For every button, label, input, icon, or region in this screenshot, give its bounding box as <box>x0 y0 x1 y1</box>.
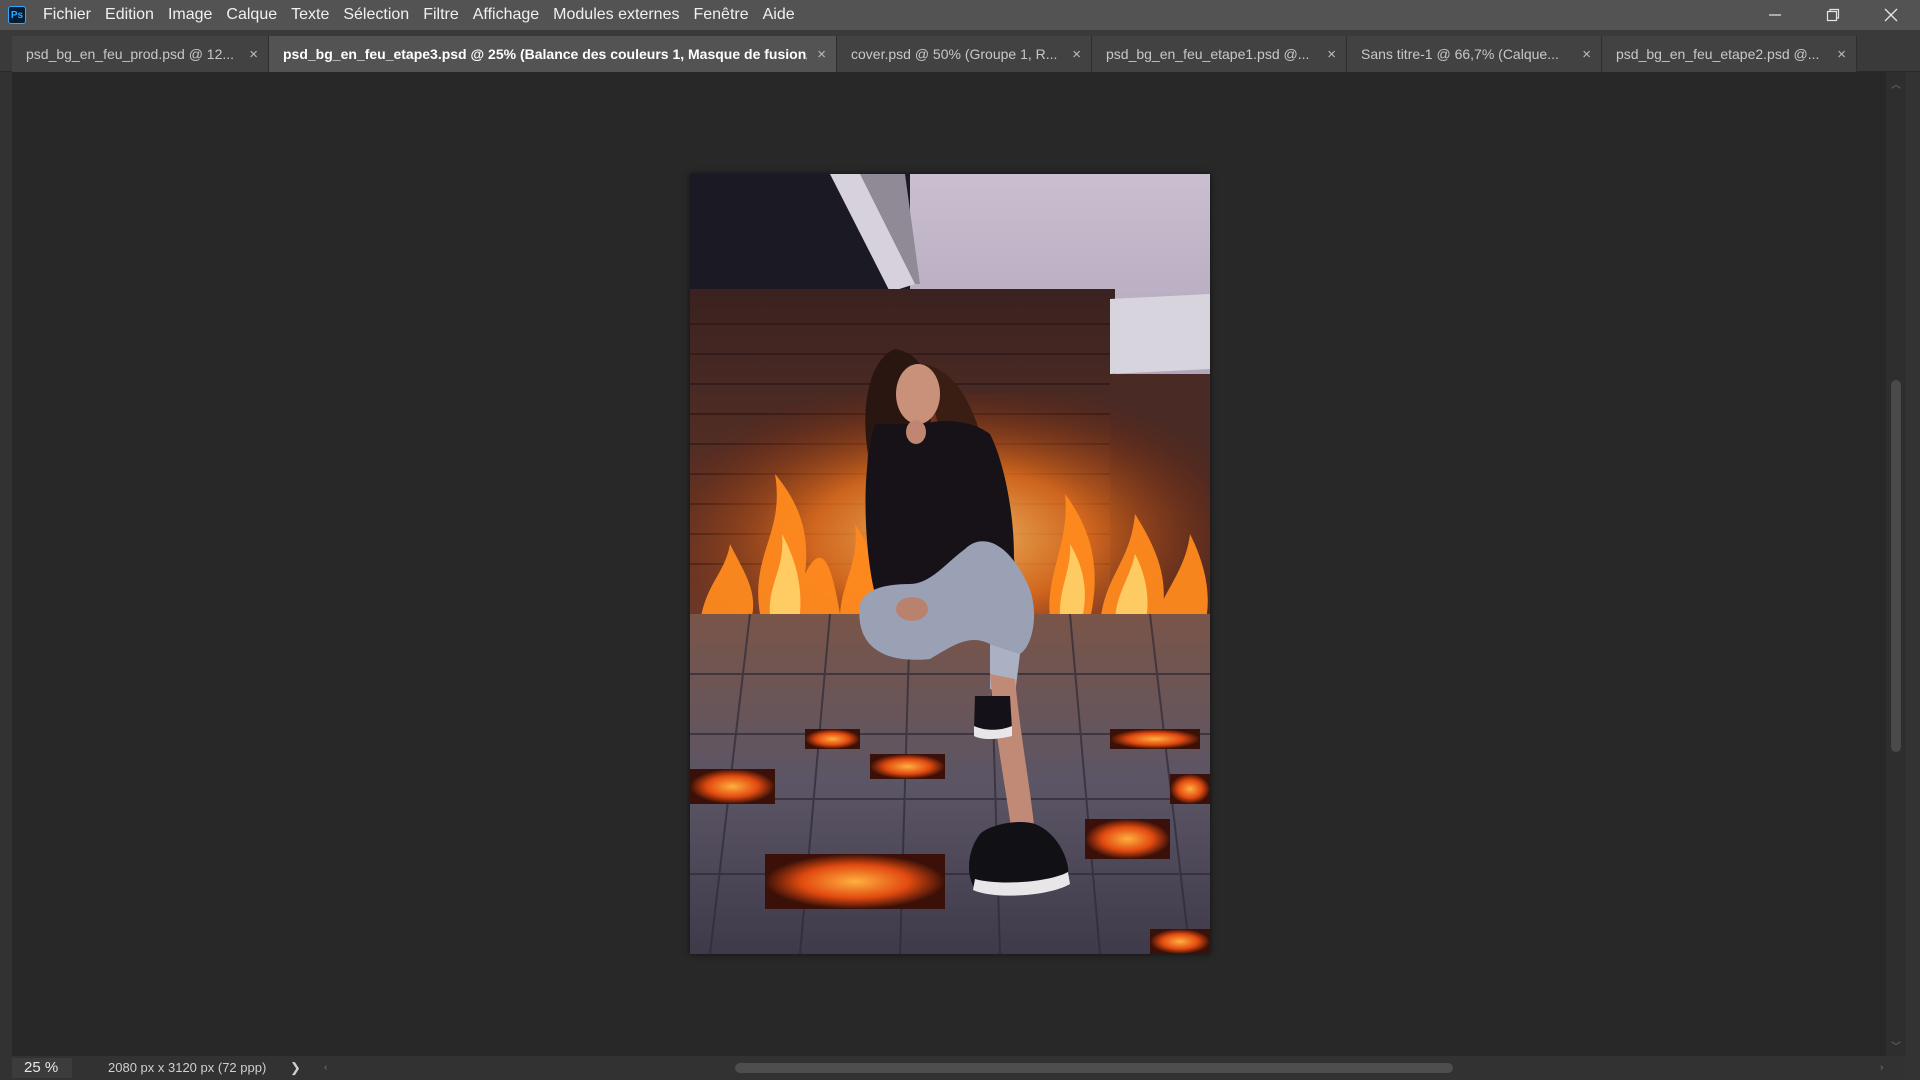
menu-selection[interactable]: Sélection <box>336 0 416 30</box>
scroll-right-icon[interactable]: › <box>1880 1062 1883 1073</box>
menu-texte[interactable]: Texte <box>284 0 336 30</box>
tab-close-icon[interactable]: × <box>1837 46 1846 63</box>
menu-aide[interactable]: Aide <box>756 0 802 30</box>
minimize-icon <box>1769 14 1781 16</box>
scroll-up-icon[interactable]: ︿ <box>1891 76 1901 91</box>
menu-modules-externes[interactable]: Modules externes <box>546 0 686 30</box>
menu-affichage[interactable]: Affichage <box>466 0 546 30</box>
close-icon <box>1884 8 1898 22</box>
tab-close-icon[interactable]: × <box>1327 46 1336 63</box>
menu-image[interactable]: Image <box>161 0 219 30</box>
menu-bar: Ps Fichier Edition Image Calque Texte Sé… <box>0 0 1920 30</box>
tab-psd-bg-en-feu-prod[interactable]: psd_bg_en_feu_prod.psd @ 12... × <box>12 36 269 72</box>
tab-psd-bg-en-feu-etape2[interactable]: psd_bg_en_feu_etape2.psd @... × <box>1602 36 1857 72</box>
right-panel-edge <box>1906 72 1920 1080</box>
tab-label: psd_bg_en_feu_etape2.psd @... <box>1616 46 1820 62</box>
photo-canvas <box>690 174 1210 954</box>
tab-label: psd_bg_en_feu_etape3.psd @ 25% (Balance … <box>283 46 808 62</box>
scroll-left-icon[interactable]: ‹ <box>324 1062 327 1073</box>
tab-psd-bg-en-feu-etape1[interactable]: psd_bg_en_feu_etape1.psd @... × <box>1092 36 1347 72</box>
minimize-button[interactable] <box>1746 0 1804 30</box>
menu-filtre[interactable]: Filtre <box>416 0 466 30</box>
restore-button[interactable] <box>1804 0 1862 30</box>
window-controls <box>1746 0 1920 30</box>
horizontal-scrollbar[interactable]: ‹ › <box>312 1059 1892 1077</box>
menu-fenetre[interactable]: Fenêtre <box>686 0 755 30</box>
menu-calque[interactable]: Calque <box>219 0 284 30</box>
close-window-button[interactable] <box>1862 0 1920 30</box>
status-menu-arrow-icon[interactable]: ❯ <box>290 1056 301 1080</box>
tab-sans-titre-1[interactable]: Sans titre-1 @ 66,7% (Calque... × <box>1347 36 1602 72</box>
zoom-level-field[interactable]: 25 % <box>12 1058 72 1078</box>
tab-label: Sans titre-1 @ 66,7% (Calque... <box>1361 46 1559 62</box>
vertical-scroll-thumb[interactable] <box>1891 380 1901 752</box>
document-image[interactable] <box>690 174 1210 954</box>
tab-close-icon[interactable]: × <box>249 46 258 63</box>
tab-close-icon[interactable]: × <box>817 46 826 63</box>
scroll-down-icon[interactable]: ﹀ <box>1891 1038 1901 1053</box>
menu-fichier[interactable]: Fichier <box>36 0 98 30</box>
photoshop-logo-icon[interactable]: Ps <box>8 6 26 24</box>
document-tab-bar: psd_bg_en_feu_prod.psd @ 12... × psd_bg_… <box>0 30 1920 72</box>
status-bar: 25 % 2080 px x 3120 px (72 ppp) ❯ ‹ › <box>12 1056 1906 1080</box>
tab-label: psd_bg_en_feu_etape1.psd @... <box>1106 46 1310 62</box>
tab-cover[interactable]: cover.psd @ 50% (Groupe 1, R... × <box>837 36 1092 72</box>
tab-close-icon[interactable]: × <box>1582 46 1591 63</box>
tab-close-icon[interactable]: × <box>1072 46 1081 63</box>
left-panel-edge <box>0 72 12 1080</box>
restore-icon <box>1826 8 1840 22</box>
horizontal-scroll-thumb[interactable] <box>735 1063 1453 1073</box>
tab-label: psd_bg_en_feu_prod.psd @ 12... <box>26 46 235 62</box>
vertical-scrollbar[interactable]: ︿ ﹀ <box>1886 72 1906 1056</box>
tab-label: cover.psd @ 50% (Groupe 1, R... <box>851 46 1058 62</box>
menu-edition[interactable]: Edition <box>98 0 161 30</box>
document-size-info: 2080 px x 3120 px (72 ppp) <box>108 1060 267 1075</box>
tab-psd-bg-en-feu-etape3[interactable]: psd_bg_en_feu_etape3.psd @ 25% (Balance … <box>269 36 837 72</box>
